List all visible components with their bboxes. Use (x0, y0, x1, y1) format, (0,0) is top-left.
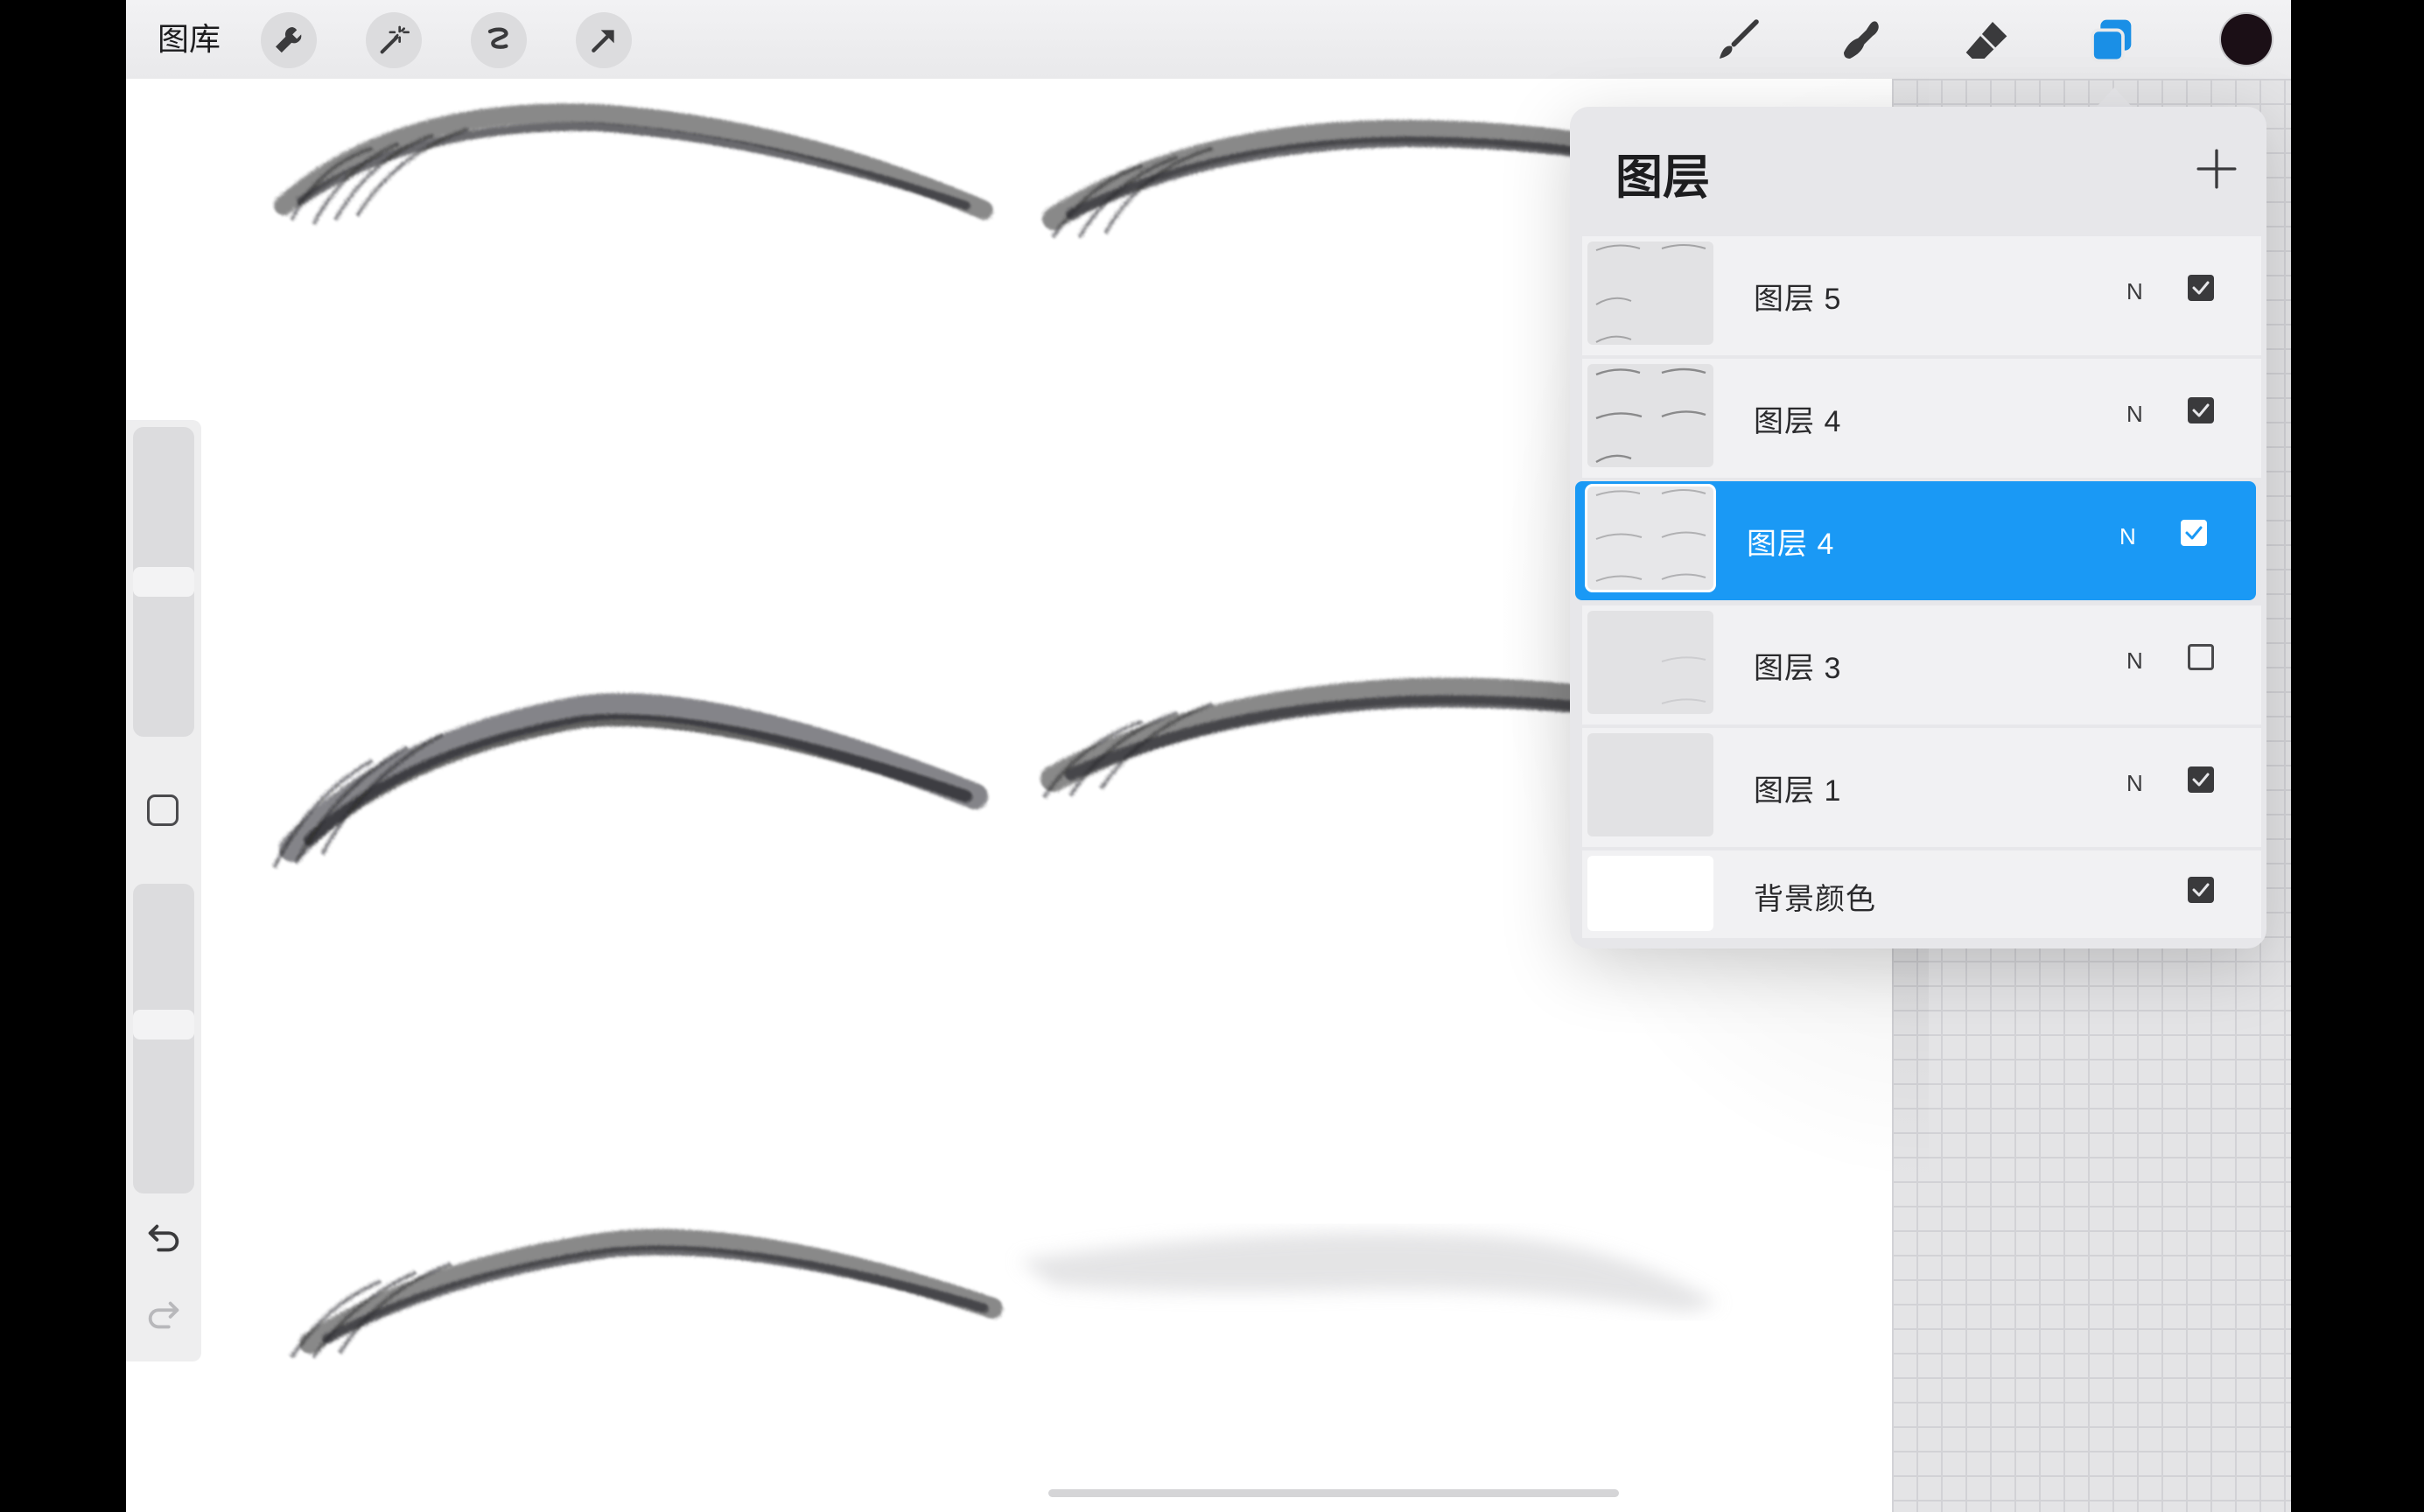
layer-thumbnail (1587, 611, 1713, 714)
blend-mode-button[interactable]: N (2126, 278, 2143, 305)
transform-arrow-icon (592, 30, 614, 52)
color-picker-button[interactable] (2221, 14, 2272, 65)
layer-thumbnail (1587, 364, 1713, 467)
layer-visibility-checkbox[interactable] (2188, 644, 2214, 670)
layer-visibility-checkbox[interactable] (2181, 520, 2207, 546)
layer-name: 图层 4 (1747, 528, 1835, 561)
transform-button[interactable] (576, 12, 632, 68)
actions-button[interactable] (261, 12, 317, 68)
smudge-tool-button[interactable] (1836, 14, 1888, 66)
layer-visibility-checkbox[interactable] (2188, 275, 2214, 301)
blend-mode-button[interactable]: N (2126, 401, 2143, 428)
brush-icon (1720, 19, 1759, 59)
layer-visibility-checkbox[interactable] (2188, 766, 2214, 793)
layers-panel-title: 图层 (1615, 151, 1710, 204)
layer-visibility-checkbox[interactable] (2188, 397, 2214, 424)
magic-wand-icon (380, 25, 410, 54)
background-color-swatch[interactable] (1587, 856, 1713, 931)
layers-panel: 图层 图层 5 N 图层 4 N 图层 4 N 图层 3 N 图层 1 N 背景… (1570, 107, 2266, 948)
layer-thumbnail (1587, 242, 1713, 345)
blend-mode-button[interactable]: N (2119, 523, 2136, 550)
layer-row[interactable]: 图层 5 N (1582, 236, 2261, 355)
layer-thumbnail (1587, 733, 1713, 836)
brush-size-slider[interactable] (133, 427, 194, 737)
procreate-app: 图库 图层 图层 5 N 图层 4 N 图层 4 N 图层 3 N 图层 1 N… (126, 0, 2291, 1512)
popover-arrow (2095, 88, 2133, 108)
eyebrow-drawing-1 (274, 103, 993, 225)
selection-button[interactable] (471, 12, 527, 68)
layer-row-selected[interactable]: 图层 4 N (1575, 481, 2256, 600)
eyebrow-drawing-6-faint (1019, 1232, 1719, 1312)
layer-row[interactable]: 图层 1 N (1582, 728, 2261, 847)
blend-mode-button[interactable]: N (2126, 770, 2143, 797)
selection-icon (487, 27, 508, 49)
layer-row[interactable]: 图层 4 N (1582, 359, 2261, 478)
layer-name: 图层 1 (1754, 774, 1842, 808)
left-sidebar (126, 420, 201, 1362)
redo-icon[interactable] (144, 1295, 184, 1335)
smudge-icon (1844, 21, 1879, 59)
add-layer-icon[interactable] (2195, 147, 2238, 191)
blend-mode-button[interactable]: N (2126, 648, 2143, 675)
gallery-button[interactable]: 图库 (158, 19, 221, 60)
background-color-row[interactable]: 背景颜色 (1582, 850, 2261, 938)
brush-tool-button[interactable] (1712, 14, 1764, 66)
layers-icon (2091, 19, 2132, 63)
background-visibility-checkbox[interactable] (2188, 877, 2214, 903)
wrench-icon (276, 27, 302, 53)
layer-name: 图层 3 (1754, 652, 1842, 685)
layers-tool-button[interactable] (2084, 14, 2137, 66)
undo-icon[interactable] (144, 1218, 184, 1258)
home-indicator (1048, 1489, 1619, 1497)
layer-name: 图层 4 (1754, 405, 1842, 438)
eyebrow-drawing-3 (273, 693, 988, 868)
brush-opacity-slider[interactable] (133, 884, 194, 1194)
background-color-label: 背景颜色 (1754, 883, 1876, 916)
layer-thumbnail (1587, 486, 1713, 590)
eyebrow-drawing-5 (291, 1228, 1003, 1358)
top-toolbar: 图库 (126, 0, 2291, 79)
eraser-tool-button[interactable] (1960, 14, 2013, 66)
adjustments-button[interactable] (366, 12, 422, 68)
layer-name: 图层 5 (1754, 283, 1842, 316)
brush-size-handle[interactable] (133, 567, 194, 597)
modify-button[interactable] (147, 794, 179, 826)
layer-row[interactable]: 图层 3 N (1582, 606, 2261, 724)
brush-opacity-handle[interactable] (133, 1010, 194, 1040)
eraser-icon (1965, 22, 2007, 59)
